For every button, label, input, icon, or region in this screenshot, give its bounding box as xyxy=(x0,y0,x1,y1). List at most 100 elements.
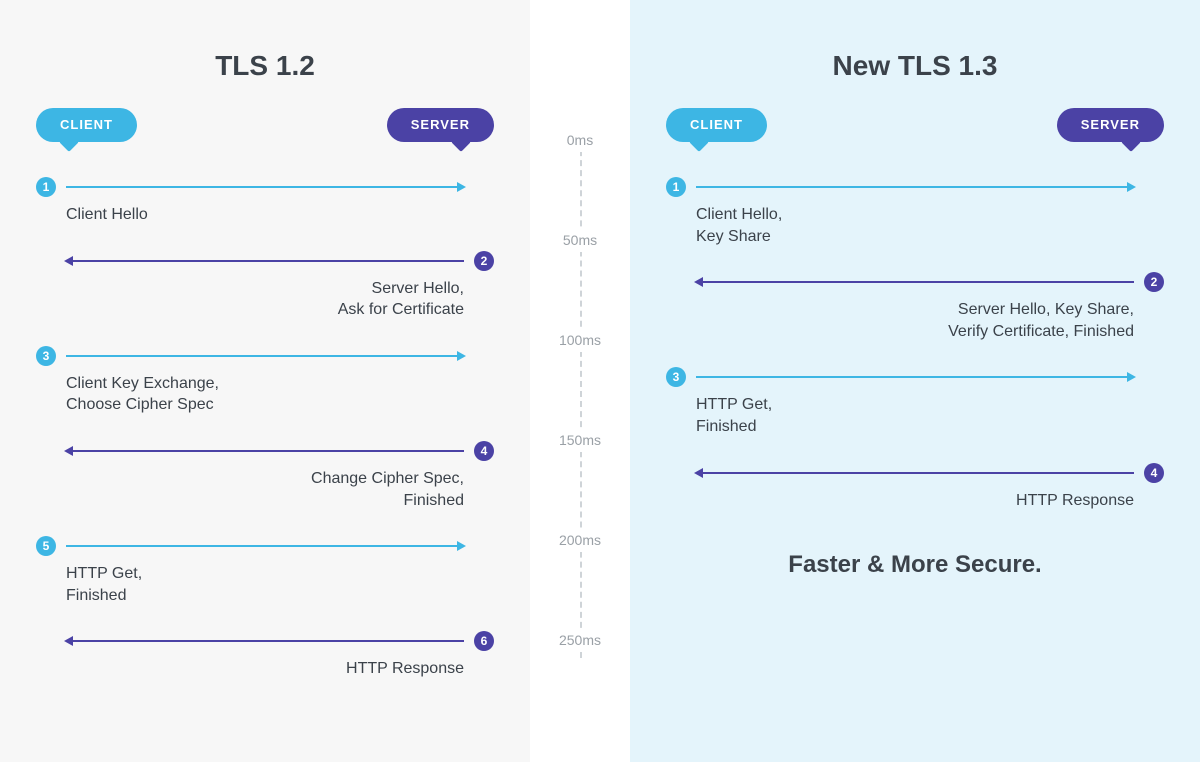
step-caption-line: Client Hello, xyxy=(696,204,1164,226)
step-number: 4 xyxy=(1151,466,1158,480)
server-pill-label: SERVER xyxy=(411,117,470,132)
step-caption-line: Client Key Exchange, xyxy=(66,373,494,395)
arrow-row: 4 xyxy=(36,440,494,462)
title-tls13: New TLS 1.3 xyxy=(630,50,1200,82)
step-number: 3 xyxy=(673,370,680,384)
handshake-step: 3 Client Key Exchange,Choose Cipher Spec xyxy=(36,345,494,416)
sequence-tls12: CLIENT SERVER 1 Client Hello 2 Server Hello… xyxy=(36,108,494,680)
step-caption-line: HTTP Response xyxy=(666,490,1134,512)
axis-tick: 250ms xyxy=(559,628,601,652)
step-number: 2 xyxy=(1151,275,1158,289)
arrow-right-icon xyxy=(66,186,464,188)
step-number-badge: 2 xyxy=(474,251,494,271)
step-number: 6 xyxy=(481,634,488,648)
step-caption-line: Key Share xyxy=(696,226,1164,248)
sequence-tls13: CLIENT SERVER 1 Client Hello,Key Share 2 Se… xyxy=(666,108,1164,511)
axis-tick: 0ms xyxy=(567,128,593,152)
step-number-badge: 4 xyxy=(474,441,494,461)
handshake-step: 6 HTTP Response xyxy=(36,630,494,680)
arrow-left-icon xyxy=(66,640,464,642)
panel-tls13: New TLS 1.3 CLIENT SERVER 1 Client Hello,… xyxy=(630,0,1200,762)
client-pill: CLIENT xyxy=(666,108,767,142)
server-pill: SERVER xyxy=(387,108,494,142)
handshake-step: 2 Server Hello, Key Share,Verify Certific… xyxy=(666,271,1164,342)
arrow-row: 3 xyxy=(666,366,1164,388)
arrow-row: 4 xyxy=(666,462,1164,484)
step-number-badge: 4 xyxy=(1144,463,1164,483)
arrow-left-icon xyxy=(696,281,1134,283)
endpoints-tls12: CLIENT SERVER xyxy=(36,108,494,152)
arrow-row: 1 xyxy=(666,176,1164,198)
step-caption-line: Ask for Certificate xyxy=(36,299,464,321)
step-number: 5 xyxy=(43,539,50,553)
pill-tail-icon xyxy=(1121,132,1141,152)
step-number-badge: 3 xyxy=(666,367,686,387)
step-caption: Client Hello,Key Share xyxy=(666,204,1164,247)
arrow-left-icon xyxy=(696,472,1134,474)
step-caption-line: HTTP Get, xyxy=(66,563,494,585)
step-caption-line: Finished xyxy=(36,490,464,512)
step-caption-line: Finished xyxy=(696,416,1164,438)
step-caption: HTTP Response xyxy=(666,490,1164,512)
tagline-tls13: Faster & More Secure. xyxy=(630,551,1200,579)
step-caption: HTTP Get,Finished xyxy=(36,563,494,606)
time-axis: 0ms50ms100ms150ms200ms250ms xyxy=(530,130,630,750)
arrow-right-icon xyxy=(696,186,1134,188)
arrow-row: 3 xyxy=(36,345,494,367)
arrow-row: 1 xyxy=(36,176,494,198)
handshake-step: 1 Client Hello xyxy=(36,176,494,226)
step-caption-line: Server Hello, Key Share, xyxy=(666,299,1134,321)
step-number-badge: 1 xyxy=(666,177,686,197)
server-pill-label: SERVER xyxy=(1081,117,1140,132)
step-caption-line: HTTP Response xyxy=(36,658,464,680)
step-number: 2 xyxy=(481,254,488,268)
pill-tail-icon xyxy=(59,132,79,152)
step-caption-line: Verify Certificate, Finished xyxy=(666,321,1134,343)
panel-tls12: TLS 1.2 CLIENT SERVER 1 Client Hello 2 Serv… xyxy=(0,0,530,762)
axis-tick: 100ms xyxy=(559,328,601,352)
arrow-right-icon xyxy=(696,376,1134,378)
arrow-row: 2 xyxy=(666,271,1164,293)
step-number-badge: 2 xyxy=(1144,272,1164,292)
axis-tick: 50ms xyxy=(563,228,597,252)
step-caption: Client Hello xyxy=(36,204,494,226)
arrow-row: 2 xyxy=(36,250,494,272)
arrow-left-icon xyxy=(66,450,464,452)
handshake-step: 1 Client Hello,Key Share xyxy=(666,176,1164,247)
step-caption-line: Choose Cipher Spec xyxy=(66,394,494,416)
client-pill: CLIENT xyxy=(36,108,137,142)
arrow-right-icon xyxy=(66,545,464,547)
handshake-step: 2 Server Hello,Ask for Certificate xyxy=(36,250,494,321)
axis-tick: 150ms xyxy=(559,428,601,452)
step-caption: Server Hello,Ask for Certificate xyxy=(36,278,494,321)
step-caption-line: Change Cipher Spec, xyxy=(36,468,464,490)
endpoints-tls13: CLIENT SERVER xyxy=(666,108,1164,152)
client-pill-label: CLIENT xyxy=(690,117,743,132)
step-caption: Server Hello, Key Share,Verify Certifica… xyxy=(666,299,1164,342)
step-caption: HTTP Get,Finished xyxy=(666,394,1164,437)
step-caption-line: Server Hello, xyxy=(36,278,464,300)
arrow-left-icon xyxy=(66,260,464,262)
step-caption: Client Key Exchange,Choose Cipher Spec xyxy=(36,373,494,416)
step-number: 4 xyxy=(481,444,488,458)
client-pill-label: CLIENT xyxy=(60,117,113,132)
step-caption-line: Client Hello xyxy=(66,204,494,226)
arrow-right-icon xyxy=(66,355,464,357)
server-pill: SERVER xyxy=(1057,108,1164,142)
arrow-row: 6 xyxy=(36,630,494,652)
arrow-row: 5 xyxy=(36,535,494,557)
handshake-step: 3 HTTP Get,Finished xyxy=(666,366,1164,437)
step-number-badge: 6 xyxy=(474,631,494,651)
pill-tail-icon xyxy=(689,132,709,152)
handshake-step: 4 HTTP Response xyxy=(666,462,1164,512)
pill-tail-icon xyxy=(451,132,471,152)
step-number-badge: 3 xyxy=(36,346,56,366)
step-number: 3 xyxy=(43,349,50,363)
handshake-step: 4 Change Cipher Spec,Finished xyxy=(36,440,494,511)
step-caption-line: HTTP Get, xyxy=(696,394,1164,416)
step-number: 1 xyxy=(43,180,50,194)
step-caption-line: Finished xyxy=(66,585,494,607)
diagram-root: TLS 1.2 CLIENT SERVER 1 Client Hello 2 Serv… xyxy=(0,0,1200,762)
title-tls12: TLS 1.2 xyxy=(0,50,530,82)
step-number-badge: 5 xyxy=(36,536,56,556)
